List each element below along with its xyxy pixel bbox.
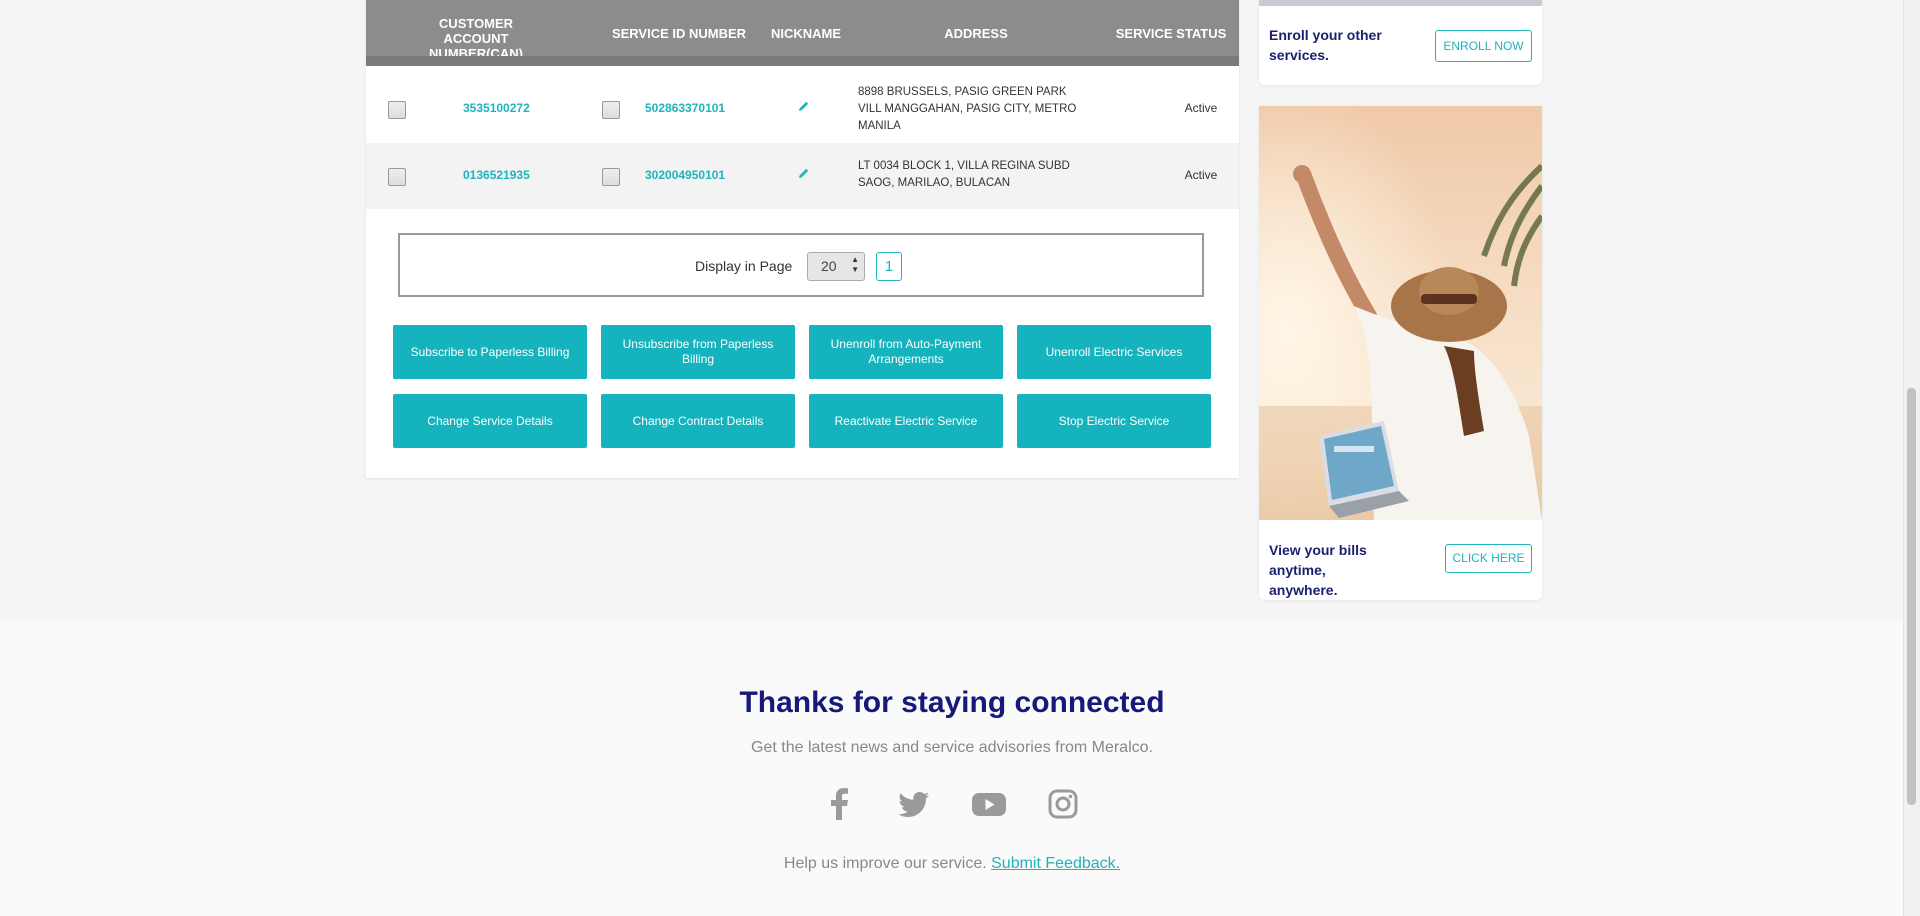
facebook-icon[interactable]	[829, 788, 849, 825]
click-here-button[interactable]: CLICK HERE	[1445, 544, 1532, 573]
help-text: Help us improve our service.	[783, 855, 987, 872]
header-nickname: NICKNAME	[770, 26, 842, 41]
address-text: 8898 BRUSSELS, PASIG GREEN PARK VILL MAN…	[858, 86, 1077, 132]
header-service-id: SERVICE ID NUMBER	[611, 26, 747, 41]
service-id-link[interactable]: 302004950101	[645, 168, 725, 182]
subscribe-paperless-button[interactable]: Subscribe to Paperless Billing	[393, 325, 587, 379]
header-subbar	[366, 56, 1239, 66]
youtube-icon[interactable]	[972, 788, 1006, 825]
stepper-arrows-icon[interactable]: ▲ ▼	[851, 255, 859, 275]
pagination-bar: Display in Page 20 ▲ ▼ 1	[398, 233, 1204, 297]
can-link[interactable]: 0136521935	[463, 168, 530, 182]
table-row: 0136521935 302004950101 LT 0034 BLOCK 1,…	[366, 143, 1239, 209]
enroll-promo-text: Enroll your other services.	[1269, 27, 1382, 63]
status-text: Active	[1184, 168, 1218, 182]
feedback-line: Help us improve our service. Submit Feed…	[0, 855, 1904, 873]
service-id-link[interactable]: 502863370101	[645, 101, 725, 115]
footer-title: Thanks for staying connected	[739, 686, 1165, 719]
edit-nickname-icon[interactable]	[798, 167, 810, 182]
unsubscribe-paperless-button[interactable]: Unsubscribe from Paperless Billing	[601, 325, 795, 379]
bills-promo-card: View your bills anytime, anywhere. CLICK…	[1259, 106, 1542, 600]
scrollbar-thumb[interactable]	[1907, 388, 1916, 805]
unenroll-auto-payment-button[interactable]: Unenroll from Auto-Payment Arrangements	[809, 325, 1003, 379]
page-size-value: 20	[821, 258, 837, 274]
header-address: ADDRESS	[944, 26, 1008, 41]
page-scrollbar[interactable]	[1903, 0, 1920, 916]
header-can: CUSTOMER ACCOUNT NUMBER(CAN)	[429, 16, 523, 61]
page-number-button[interactable]: 1	[876, 252, 902, 281]
can-checkbox[interactable]	[388, 101, 406, 119]
accounts-card: CUSTOMER ACCOUNT NUMBER(CAN) SERVICE ID …	[366, 0, 1239, 478]
table-row: 3535100272 502863370101 8898 BRUSSELS, P…	[366, 76, 1239, 142]
submit-feedback-link[interactable]: Submit Feedback.	[991, 855, 1120, 872]
unenroll-electric-services-button[interactable]: Unenroll Electric Services	[1017, 325, 1211, 379]
address-text: LT 0034 BLOCK 1, VILLA REGINA SUBD SAOG,…	[858, 160, 1070, 189]
change-contract-details-button[interactable]: Change Contract Details	[601, 394, 795, 448]
page-size-stepper[interactable]: 20 ▲ ▼	[807, 252, 865, 281]
edit-nickname-icon[interactable]	[798, 100, 810, 115]
can-link[interactable]: 3535100272	[463, 101, 530, 115]
reactivate-electric-service-button[interactable]: Reactivate Electric Service	[809, 394, 1003, 448]
twitter-icon[interactable]	[898, 788, 930, 825]
header-status: SERVICE STATUS	[1115, 26, 1227, 41]
service-id-checkbox[interactable]	[602, 101, 620, 119]
enroll-promo-card: Enroll your other services. ENROLL NOW	[1259, 0, 1542, 85]
footer: Thanks for staying connected Get the lat…	[0, 620, 1904, 916]
table-header: CUSTOMER ACCOUNT NUMBER(CAN) SERVICE ID …	[366, 0, 1239, 66]
footer-subtitle: Get the latest news and service advisori…	[751, 739, 1153, 756]
promo-image-strip	[1259, 0, 1542, 6]
promo-photo	[1259, 106, 1542, 520]
instagram-icon[interactable]	[1048, 788, 1078, 825]
change-service-details-button[interactable]: Change Service Details	[393, 394, 587, 448]
can-checkbox[interactable]	[388, 168, 406, 186]
pager-label: Display in Page	[695, 258, 793, 274]
stop-electric-service-button[interactable]: Stop Electric Service	[1017, 394, 1211, 448]
bills-promo-text: View your bills anytime, anywhere.	[1269, 542, 1367, 598]
status-text: Active	[1184, 101, 1218, 115]
service-id-checkbox[interactable]	[602, 168, 620, 186]
enroll-now-button[interactable]: ENROLL NOW	[1435, 30, 1532, 62]
